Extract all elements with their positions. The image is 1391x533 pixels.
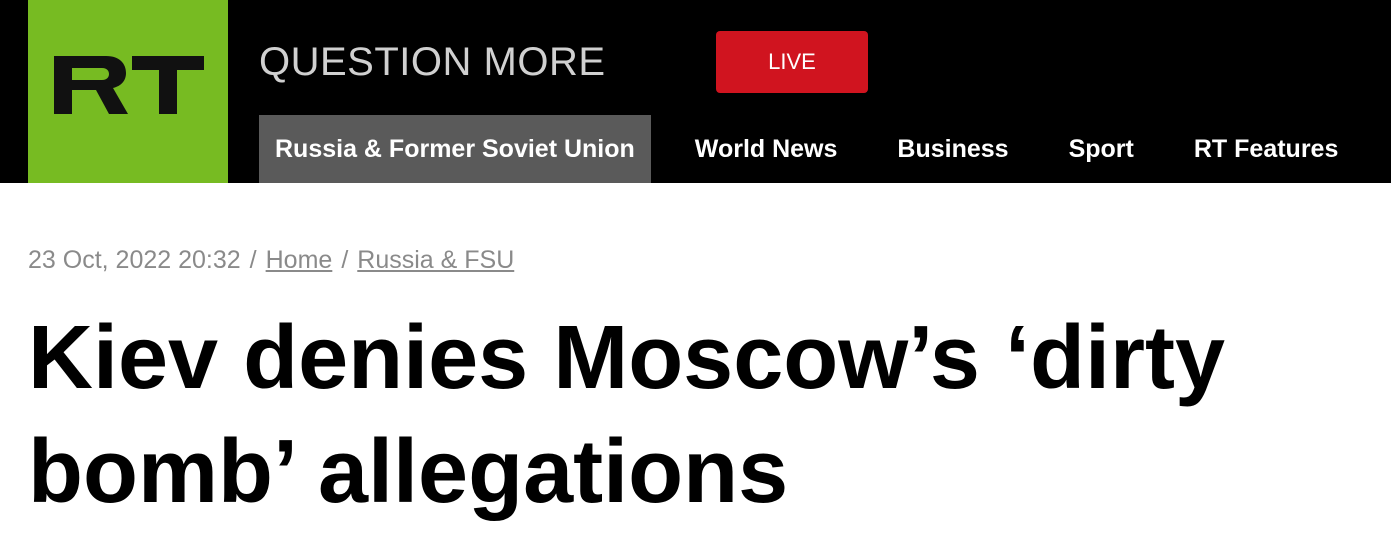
article-meta: 23 Oct, 2022 20:32 / Home / Russia & FSU	[28, 245, 514, 275]
main-nav: Russia & Former Soviet Union World News …	[259, 115, 1338, 183]
breadcrumb-separator: /	[341, 246, 349, 274]
article-timestamp: 23 Oct, 2022 20:32	[28, 246, 241, 274]
breadcrumb-separator: /	[249, 246, 257, 274]
rt-logo-mark	[54, 56, 204, 114]
article-headline: Kiev denies Moscow’s ‘dirty bomb’ allega…	[28, 308, 1226, 522]
nav-item-rt-features[interactable]: RT Features	[1194, 115, 1338, 183]
nav-item-russia-fsu[interactable]: Russia & Former Soviet Union	[259, 115, 651, 183]
tagline: QUESTION MORE	[259, 40, 606, 84]
breadcrumb-home-link[interactable]: Home	[266, 246, 333, 274]
nav-item-world-news[interactable]: World News	[695, 115, 838, 183]
nav-item-sport[interactable]: Sport	[1069, 115, 1134, 183]
site-header: QUESTION MORE LIVE Russia & Former Sovie…	[0, 0, 1391, 183]
rt-logo[interactable]	[28, 0, 228, 183]
nav-item-business[interactable]: Business	[897, 115, 1008, 183]
live-button[interactable]: LIVE	[716, 31, 868, 93]
breadcrumb-section-link[interactable]: Russia & FSU	[357, 246, 514, 274]
